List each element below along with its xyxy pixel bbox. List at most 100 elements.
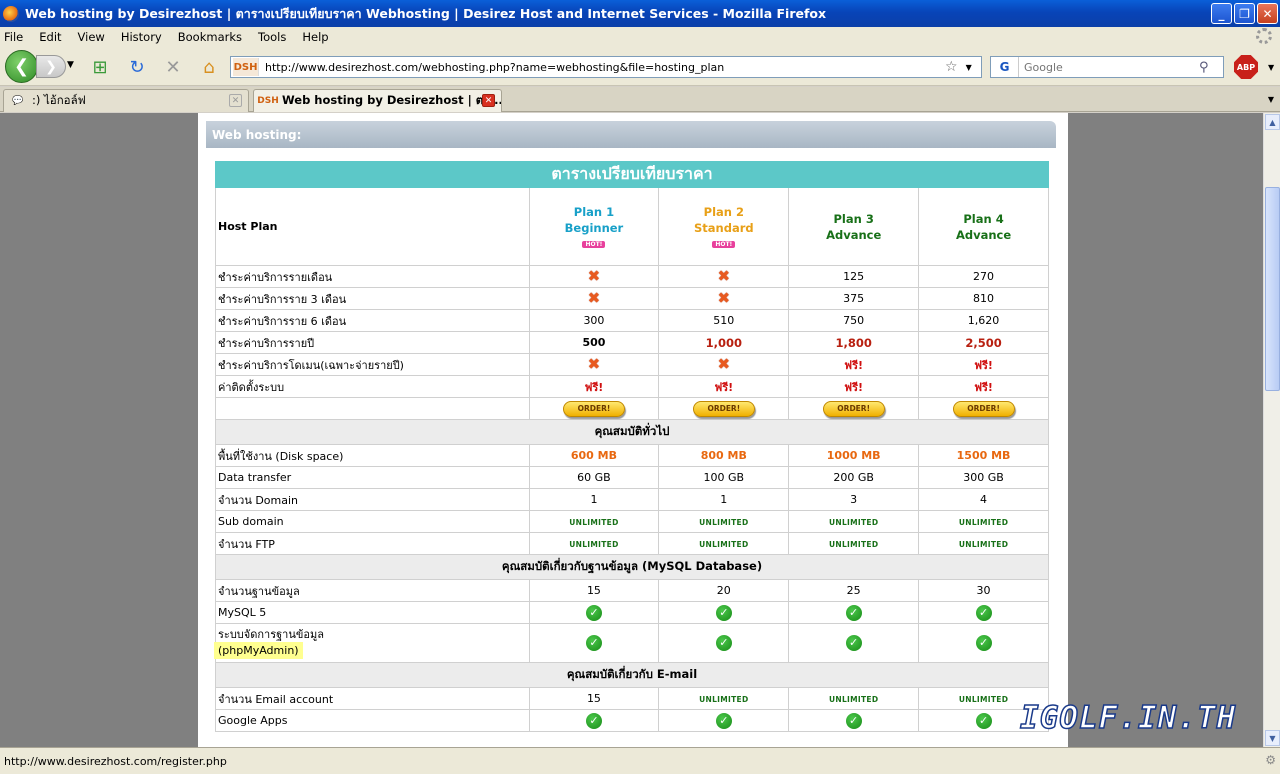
tab-label: :) ไอ้กอล์ฟ bbox=[32, 93, 86, 107]
new-tab-icon[interactable]: ⊞ bbox=[89, 56, 111, 78]
status-bar: http://www.desirezhost.com/register.php … bbox=[0, 747, 1280, 774]
menu-tools[interactable]: Tools bbox=[258, 30, 286, 44]
table-cell: ✓ bbox=[658, 601, 790, 624]
row-label: จำนวน FTP bbox=[215, 532, 530, 555]
check-icon: ✓ bbox=[845, 712, 862, 729]
cell-value: 1000 MB bbox=[826, 449, 881, 462]
adblock-plus-icon[interactable]: ABP bbox=[1234, 55, 1258, 79]
table-row: ชำระค่าบริการรายปี 500 1,000 1,800 2,500 bbox=[215, 331, 1049, 354]
forward-button[interactable]: ❯ bbox=[36, 55, 66, 78]
table-cell: ✓ bbox=[788, 623, 920, 663]
back-arrow-icon: ❮ bbox=[13, 56, 30, 77]
history-dropdown-icon[interactable]: ▼ bbox=[67, 60, 74, 70]
menu-bar: File Edit View History Bookmarks Tools H… bbox=[0, 27, 1280, 46]
status-grip-icon: ⚙ bbox=[1265, 753, 1276, 767]
search-engine-icon[interactable]: G bbox=[991, 57, 1019, 77]
search-input[interactable] bbox=[1024, 60, 1199, 74]
scroll-up-icon[interactable]: ▲ bbox=[1265, 114, 1280, 130]
cell-value: 300 GB bbox=[963, 471, 1004, 484]
table-cell: 4 bbox=[918, 488, 1049, 511]
adblock-dropdown-icon[interactable]: ▼ bbox=[1268, 63, 1274, 72]
menu-help[interactable]: Help bbox=[302, 30, 328, 44]
table-cell: ✖ bbox=[528, 287, 660, 310]
table-cell: UNLIMITED bbox=[528, 532, 660, 555]
table-cell: 750 bbox=[788, 309, 920, 332]
scroll-thumb[interactable] bbox=[1265, 187, 1280, 391]
menu-edit[interactable]: Edit bbox=[39, 30, 61, 44]
order-button[interactable]: ORDER! bbox=[822, 400, 885, 417]
hot-badge: HOT! bbox=[712, 241, 736, 248]
search-bar[interactable]: G ⚲ bbox=[990, 56, 1224, 78]
email-rows: จำนวน Email account 15 UNLIMITED UNLIMITED U… bbox=[215, 687, 1049, 732]
table-cell: ✖ bbox=[528, 353, 660, 376]
cell-value: 1,000 bbox=[705, 335, 742, 350]
table-cell: 100 GB bbox=[658, 466, 790, 489]
vertical-scrollbar[interactable]: ▲ ▼ bbox=[1263, 113, 1280, 747]
menu-view[interactable]: View bbox=[78, 30, 105, 44]
cross-icon: ✖ bbox=[717, 355, 731, 373]
table-row: ชำระค่าบริการรายเดือน ✖ ✖ 125 270 bbox=[215, 265, 1049, 288]
db-rows: จำนวนฐานข้อมูล 15 20 25 30 MySQL 5 ✓ ✓ ✓ ✓ bbox=[215, 579, 1049, 624]
search-icon[interactable]: ⚲ bbox=[1199, 60, 1209, 75]
table-cell: 270 bbox=[918, 265, 1049, 288]
minimize-button[interactable]: _ bbox=[1211, 3, 1232, 24]
unlimited-label: UNLIMITED bbox=[828, 695, 879, 704]
tab-list-dropdown-icon[interactable]: ▼ bbox=[1268, 95, 1274, 104]
table-cell: UNLIMITED bbox=[918, 510, 1049, 533]
row-label: MySQL 5 bbox=[215, 601, 530, 624]
table-cell: ✓ bbox=[528, 709, 660, 732]
plan-3-header: Plan 3 Advance bbox=[788, 187, 920, 266]
general-section-title: คุณสมบัติทั่วไป bbox=[215, 419, 1049, 445]
close-button[interactable]: ✕ bbox=[1257, 3, 1278, 24]
tab-igolf[interactable]: 💬 :) ไอ้กอล์ฟ ✕ bbox=[3, 89, 249, 112]
cell-value: 100 GB bbox=[703, 471, 745, 484]
menu-file[interactable]: File bbox=[4, 30, 23, 44]
scroll-down-icon[interactable]: ▼ bbox=[1265, 730, 1280, 746]
order-button[interactable]: ORDER! bbox=[692, 400, 755, 417]
table-cell: ✖ bbox=[658, 353, 790, 376]
order-button[interactable]: ORDER! bbox=[952, 400, 1015, 417]
cross-icon: ✖ bbox=[587, 289, 601, 307]
url-dropdown-icon[interactable]: ▼ bbox=[966, 63, 972, 72]
check-icon: ✓ bbox=[975, 712, 992, 729]
table-row: จำนวน FTP UNLIMITED UNLIMITED UNLIMITED UNLI… bbox=[215, 532, 1049, 555]
url-bar[interactable]: DSH ☆ ▼ bbox=[230, 56, 982, 78]
cell-value: 1500 MB bbox=[956, 449, 1011, 462]
unlimited-label: UNLIMITED bbox=[699, 695, 749, 704]
cell-value: 1,800 bbox=[835, 335, 872, 350]
check-icon: ✓ bbox=[845, 604, 862, 621]
table-cell: ฟรี! bbox=[918, 375, 1049, 398]
check-icon: ✓ bbox=[715, 712, 732, 729]
row-label: จำนวนฐานข้อมูล bbox=[215, 579, 530, 602]
tab-desirezhost[interactable]: DSH Web hosting by Desirezhost | ตา... ✕ bbox=[253, 89, 502, 112]
plan-sub: Beginner bbox=[564, 221, 624, 235]
plan-4-header: Plan 4 Advance bbox=[918, 187, 1049, 266]
free-label: ฟรี! bbox=[974, 380, 993, 394]
url-input[interactable] bbox=[265, 60, 935, 74]
unlimited-label: UNLIMITED bbox=[828, 540, 879, 549]
restore-button[interactable]: ❐ bbox=[1234, 3, 1255, 24]
menu-bookmarks[interactable]: Bookmarks bbox=[178, 30, 242, 44]
unlimited-label: UNLIMITED bbox=[569, 540, 619, 549]
row-label: จำนวน Domain bbox=[215, 488, 530, 511]
table-row: Sub domain UNLIMITED UNLIMITED UNLIMITED UNL… bbox=[215, 510, 1049, 533]
empty-cell bbox=[215, 397, 530, 420]
home-icon[interactable]: ⌂ bbox=[198, 56, 220, 78]
table-cell: UNLIMITED bbox=[788, 510, 920, 533]
web-page: Web hosting: ตารางเปรียบเทียบราคา Host P… bbox=[198, 113, 1068, 747]
stop-icon[interactable]: ✕ bbox=[162, 56, 184, 78]
order-button[interactable]: ORDER! bbox=[562, 400, 625, 417]
menu-history[interactable]: History bbox=[121, 30, 162, 44]
reload-icon[interactable]: ↻ bbox=[126, 56, 148, 78]
back-button[interactable]: ❮ bbox=[5, 50, 38, 83]
table-cell: ฟรี! bbox=[528, 375, 660, 398]
table-title-row: ตารางเปรียบเทียบราคา bbox=[215, 161, 1049, 188]
row-label: จำนวน Email account bbox=[215, 687, 530, 710]
tab-close-icon[interactable]: ✕ bbox=[482, 94, 495, 107]
bookmark-star-icon[interactable]: ☆ bbox=[945, 59, 958, 75]
unlimited-label: UNLIMITED bbox=[699, 518, 749, 527]
table-cell: 1000 MB bbox=[788, 444, 920, 467]
tab-close-icon[interactable]: ✕ bbox=[229, 94, 242, 107]
order-row: ORDER! ORDER! ORDER! ORDER! bbox=[215, 397, 1049, 420]
plan-name: Plan 3 bbox=[833, 211, 874, 226]
